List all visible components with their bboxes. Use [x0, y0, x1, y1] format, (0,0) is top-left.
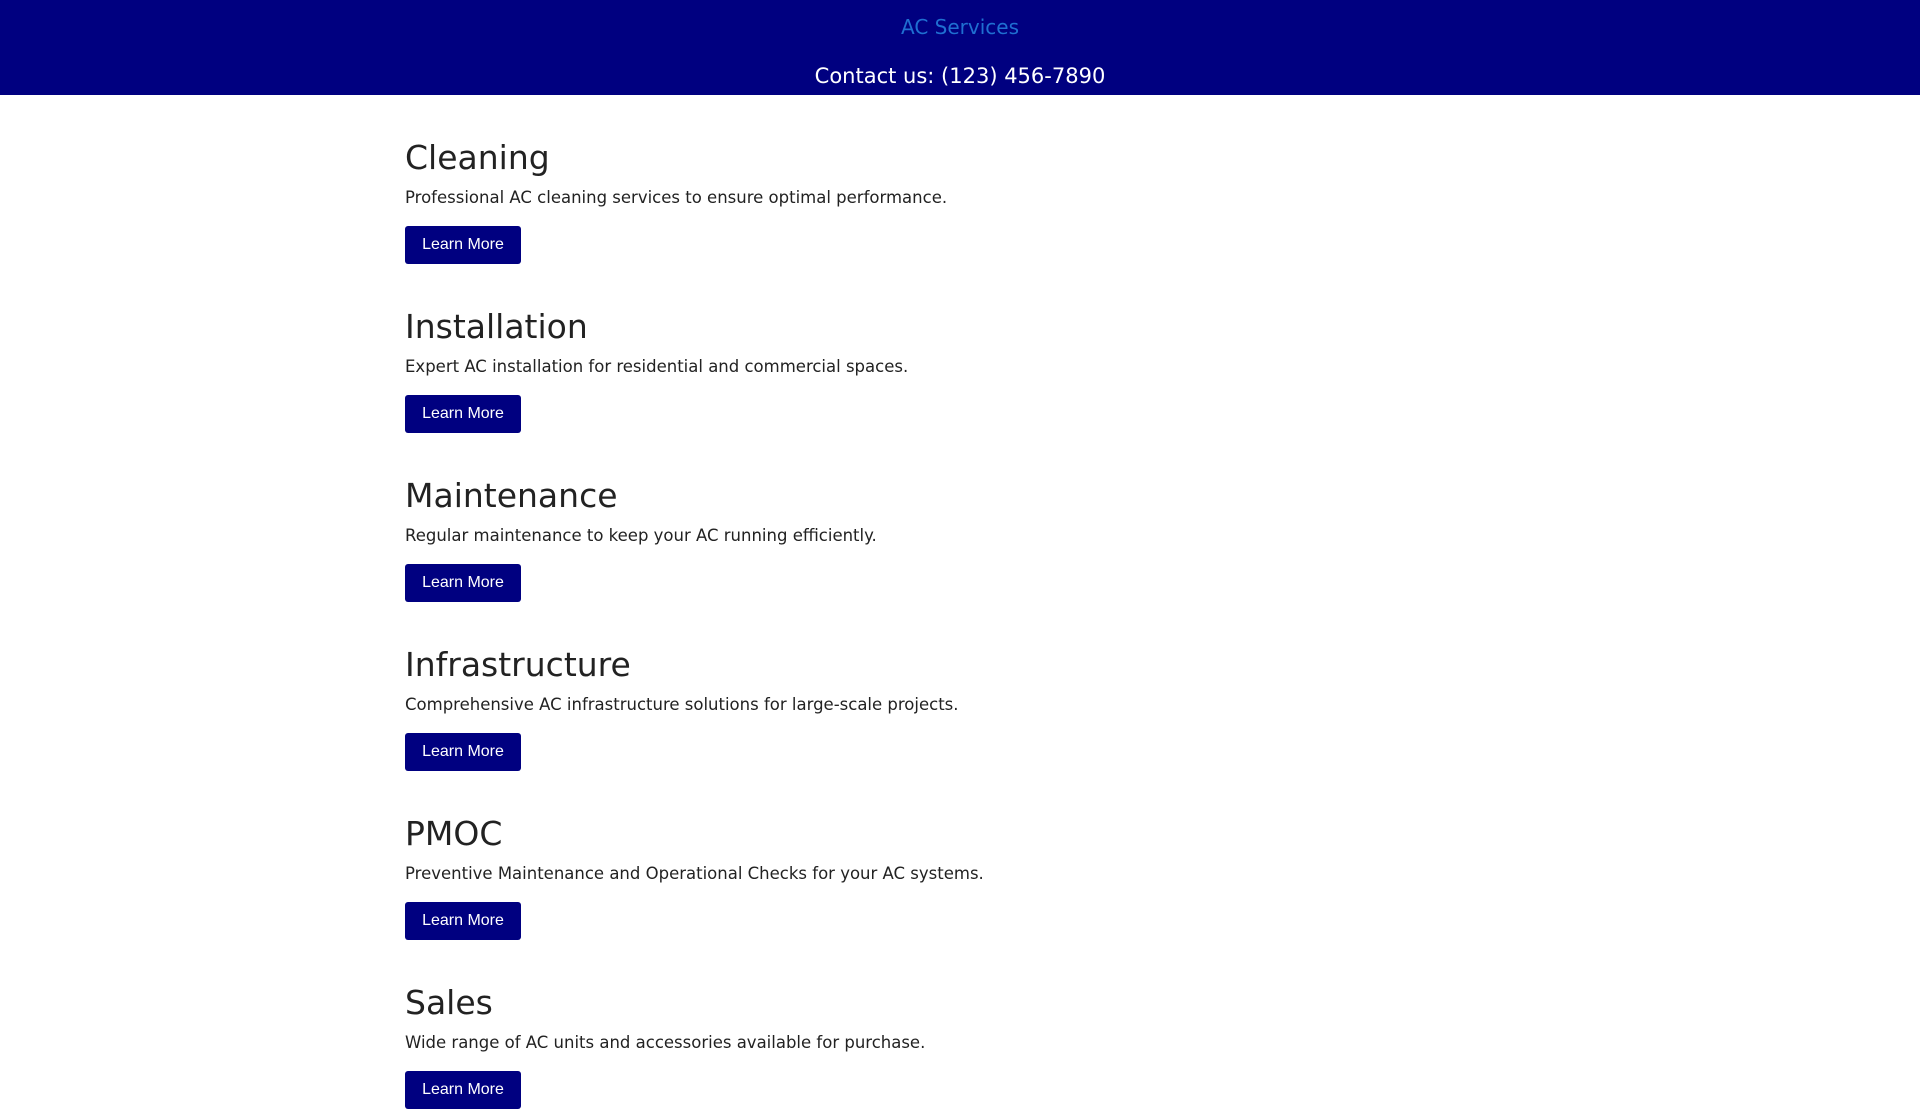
site-header: AC Services Contact us: (123) 456-7890 — [0, 0, 1920, 95]
service-sales: Sales Wide range of AC units and accesso… — [405, 940, 1515, 1109]
learn-more-button[interactable]: Learn More — [405, 395, 521, 433]
service-description: Wide range of AC units and accessories a… — [405, 1033, 926, 1052]
service-installation: Installation Expert AC installation for … — [405, 264, 1515, 433]
service-description: Preventive Maintenance and Operational C… — [405, 864, 984, 883]
service-description: Professional AC cleaning services to ens… — [405, 188, 948, 207]
service-title: Infrastructure — [405, 645, 631, 684]
service-maintenance: Maintenance Regular maintenance to keep … — [405, 433, 1515, 602]
service-pmoc: PMOC Preventive Maintenance and Operatio… — [405, 771, 1515, 940]
learn-more-button[interactable]: Learn More — [405, 733, 521, 771]
learn-more-button[interactable]: Learn More — [405, 564, 521, 602]
service-title: PMOC — [405, 814, 503, 853]
brand-text[interactable]: AC Services — [901, 15, 1019, 39]
brand-link[interactable]: AC Services — [0, 15, 1920, 39]
service-description: Comprehensive AC infrastructure solution… — [405, 695, 959, 714]
services-list: Cleaning Professional AC cleaning servic… — [405, 95, 1515, 1109]
service-title: Installation — [405, 307, 588, 346]
service-title: Maintenance — [405, 476, 618, 515]
service-title: Sales — [405, 983, 493, 1022]
service-title: Cleaning — [405, 138, 550, 177]
learn-more-button[interactable]: Learn More — [405, 226, 521, 264]
service-description: Expert AC installation for residential a… — [405, 357, 909, 376]
contact-info: Contact us: (123) 456-7890 — [814, 64, 1106, 88]
service-infrastructure: Infrastructure Comprehensive AC infrastr… — [405, 602, 1515, 771]
learn-more-button[interactable]: Learn More — [405, 902, 521, 940]
service-description: Regular maintenance to keep your AC runn… — [405, 526, 877, 545]
learn-more-button[interactable]: Learn More — [405, 1071, 521, 1109]
service-cleaning: Cleaning Professional AC cleaning servic… — [405, 95, 1515, 264]
